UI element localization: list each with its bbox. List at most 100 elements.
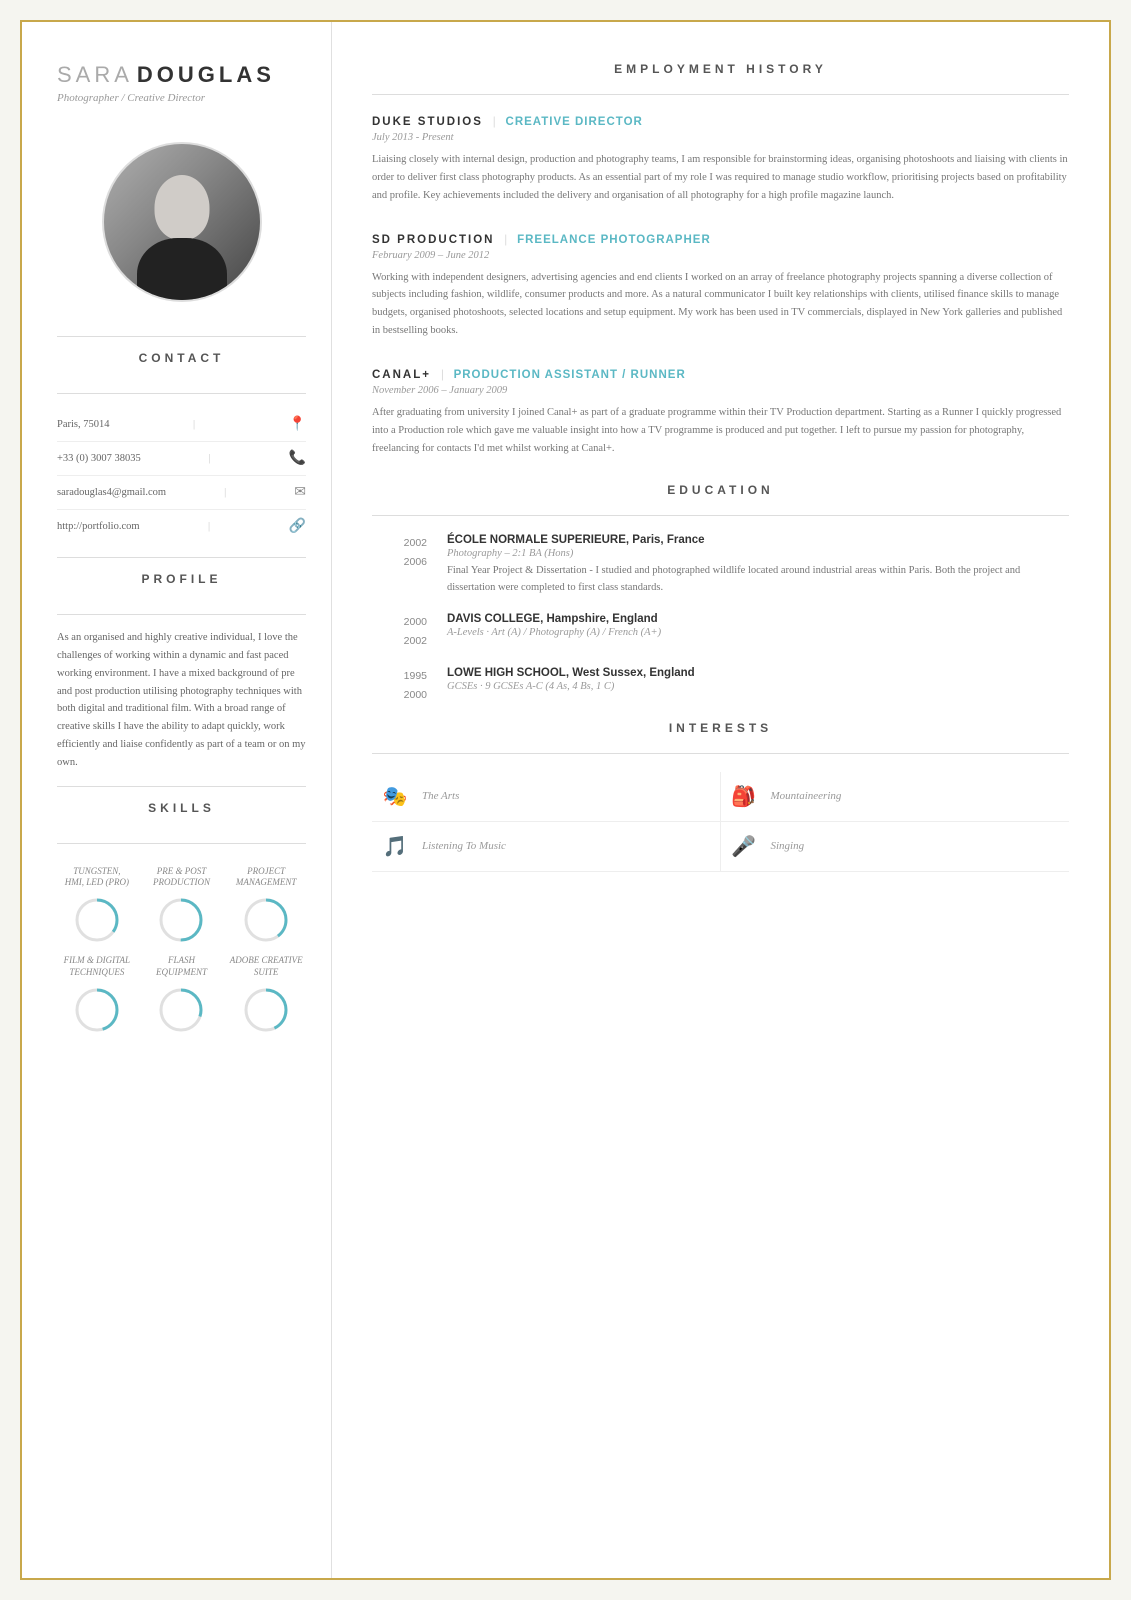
contact-section-title: CONTACT <box>139 351 225 365</box>
skill-item: FLASHEQUIPMENT <box>142 955 222 1034</box>
interest-name: Listening To Music <box>422 840 506 852</box>
interest-name: Mountaineering <box>771 790 842 802</box>
email-icon: ✉ <box>294 484 306 501</box>
separator: | <box>193 419 195 430</box>
first-name: SARA <box>57 62 133 87</box>
profile-section-title: PROFILE <box>141 572 221 586</box>
edu-degree: GCSEs · 9 GCSEs A-C (4 As, 4 Bs, 1 C) <box>447 681 1069 692</box>
divider <box>372 753 1069 754</box>
skill-chart <box>72 985 122 1035</box>
divider <box>372 515 1069 516</box>
skill-chart <box>241 985 291 1035</box>
edu-content: DAVIS COLLEGE, Hampshire, England A-Leve… <box>447 613 1069 651</box>
interest-item: 🎒 Mountaineering <box>721 772 1070 822</box>
interest-item: 🎭 The Arts <box>372 772 721 822</box>
skill-chart <box>241 895 291 945</box>
singing-icon: 🎤 <box>729 834 759 859</box>
skill-item: PROJECTMANAGEMENT <box>226 866 306 945</box>
job-header: SD PRODUCTION | FREELANCE PHOTOGRAPHER <box>372 231 1069 247</box>
skill-item: TUNGSTEN,HMI, LED (PRO) <box>57 866 137 945</box>
edu-content: LOWE HIGH SCHOOL, West Sussex, England G… <box>447 667 1069 705</box>
interest-name: The Arts <box>422 790 459 802</box>
job-dates: February 2009 – June 2012 <box>372 250 1069 261</box>
profile-photo <box>102 142 262 302</box>
contact-phone: +33 (0) 3007 38035 | 📞 <box>57 442 306 476</box>
edu-degree: A-Levels · Art (A) / Photography (A) / F… <box>447 627 1069 638</box>
job-description: After graduating from university I joine… <box>372 404 1069 458</box>
job-company: CANAL+ <box>372 369 431 381</box>
job-title: Photographer / Creative Director <box>57 92 306 104</box>
job-dates: July 2013 - Present <box>372 132 1069 143</box>
contact-address-text: Paris, 75014 <box>57 419 110 430</box>
job-description: Working with independent designers, adve… <box>372 269 1069 340</box>
education-section-title: EDUCATION <box>372 483 1069 497</box>
edu-school: DAVIS COLLEGE, Hampshire, England <box>447 613 1069 625</box>
separator: | <box>493 113 496 129</box>
skill-name: PROJECTMANAGEMENT <box>236 866 297 889</box>
separator: | <box>209 453 211 464</box>
job-block: SD PRODUCTION | FREELANCE PHOTOGRAPHER F… <box>372 231 1069 340</box>
skill-chart <box>156 985 206 1035</box>
job-title: CREATIVE DIRECTOR <box>506 116 643 128</box>
interest-item: 🎵 Listening To Music <box>372 822 721 872</box>
music-icon: 🎵 <box>380 834 410 859</box>
profile-text: As an organised and highly creative indi… <box>57 629 306 772</box>
edu-school: ÉCOLE NORMALE SUPERIEURE, Paris, France <box>447 534 1069 546</box>
job-title: FREELANCE PHOTOGRAPHER <box>517 234 711 246</box>
job-description: Liaising closely with internal design, p… <box>372 151 1069 205</box>
divider <box>372 94 1069 95</box>
right-column: EMPLOYMENT HISTORY DUKE STUDIOS | CREATI… <box>332 22 1109 1578</box>
contact-email: saradouglas4@gmail.com | ✉ <box>57 476 306 510</box>
job-block: CANAL+ | PRODUCTION ASSISTANT / RUNNER N… <box>372 366 1069 458</box>
interests-section-title: INTERESTS <box>372 721 1069 735</box>
edu-years: 19952000 <box>372 667 427 705</box>
job-block: DUKE STUDIOS | CREATIVE DIRECTOR July 20… <box>372 113 1069 205</box>
link-icon: 🔗 <box>289 518 306 535</box>
job-header: DUKE STUDIOS | CREATIVE DIRECTOR <box>372 113 1069 129</box>
left-column: SARA DOUGLAS Photographer / Creative Dir… <box>22 22 332 1578</box>
skill-chart <box>72 895 122 945</box>
name-block: SARA DOUGLAS Photographer / Creative Dir… <box>57 62 306 104</box>
interest-item: 🎤 Singing <box>721 822 1070 872</box>
separator: | <box>224 487 226 498</box>
divider <box>57 614 306 615</box>
resume-page: SARA DOUGLAS Photographer / Creative Dir… <box>20 20 1111 1580</box>
name-line: SARA DOUGLAS <box>57 62 306 88</box>
interest-name: Singing <box>771 840 805 852</box>
divider <box>57 393 306 394</box>
contact-phone-text: +33 (0) 3007 38035 <box>57 453 141 464</box>
last-name: DOUGLAS <box>137 62 275 87</box>
divider <box>57 557 306 558</box>
skill-name: FLASHEQUIPMENT <box>156 955 207 978</box>
contact-email-text: saradouglas4@gmail.com <box>57 487 166 498</box>
divider <box>57 786 306 787</box>
location-icon: 📍 <box>289 416 306 433</box>
divider <box>57 336 306 337</box>
employment-section-title: EMPLOYMENT HISTORY <box>372 62 1069 76</box>
edu-years: 20022006 <box>372 534 427 597</box>
edu-content: ÉCOLE NORMALE SUPERIEURE, Paris, France … <box>447 534 1069 597</box>
interests-grid: 🎭 The Arts 🎒 Mountaineering 🎵 Listening … <box>372 772 1069 872</box>
divider <box>57 843 306 844</box>
separator: | <box>504 231 507 247</box>
contact-website-text: http://portfolio.com <box>57 521 140 532</box>
skill-name: PRE & POSTPRODUCTION <box>153 866 210 889</box>
job-title: PRODUCTION ASSISTANT / RUNNER <box>454 369 686 381</box>
skill-name: TUNGSTEN,HMI, LED (PRO) <box>65 866 129 889</box>
job-dates: November 2006 – January 2009 <box>372 385 1069 396</box>
contact-address: Paris, 75014 | 📍 <box>57 408 306 442</box>
education-item: 19952000 LOWE HIGH SCHOOL, West Sussex, … <box>372 667 1069 705</box>
skills-grid: TUNGSTEN,HMI, LED (PRO) PRE & POSTPRODUC… <box>57 866 306 1035</box>
photo-placeholder <box>104 144 260 300</box>
separator: | <box>208 521 210 532</box>
skill-item: FILM & DIGITALTECHNIQUES <box>57 955 137 1034</box>
job-company: DUKE STUDIOS <box>372 116 483 128</box>
separator: | <box>441 366 444 382</box>
skill-item: ADOBE CREATIVESUITE <box>226 955 306 1034</box>
job-header: CANAL+ | PRODUCTION ASSISTANT / RUNNER <box>372 366 1069 382</box>
contact-website: http://portfolio.com | 🔗 <box>57 510 306 543</box>
edu-school: LOWE HIGH SCHOOL, West Sussex, England <box>447 667 1069 679</box>
contact-list: Paris, 75014 | 📍 +33 (0) 3007 38035 | 📞 … <box>57 408 306 543</box>
edu-degree: Photography – 2:1 BA (Hons) <box>447 548 1069 559</box>
phone-icon: 📞 <box>289 450 306 467</box>
